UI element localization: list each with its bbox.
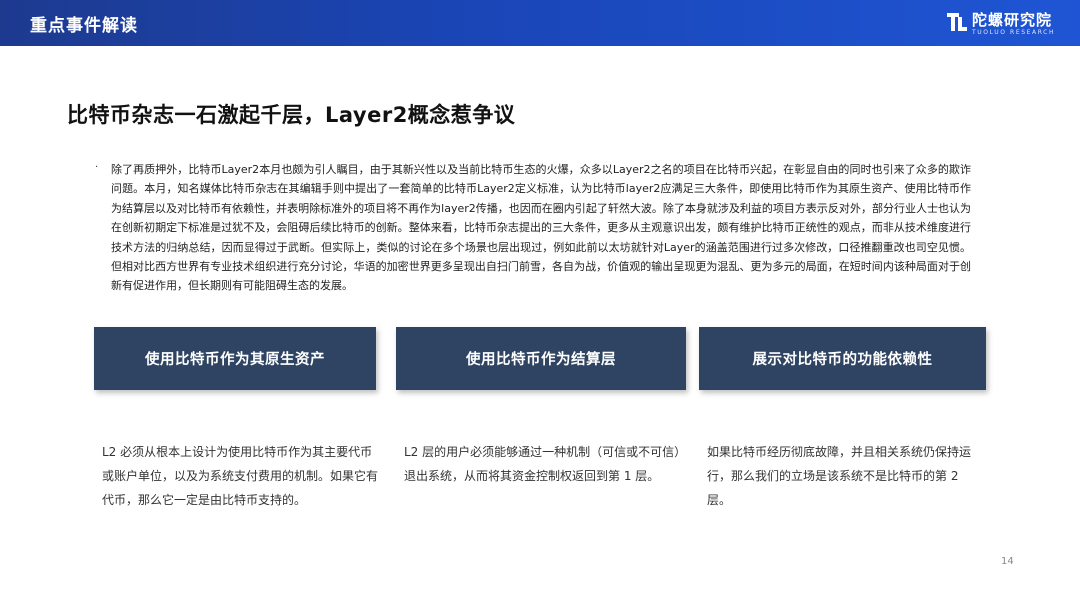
card-title: 使用比特币作为结算层 — [466, 352, 616, 368]
card-title: 展示对比特币的功能依赖性 — [752, 352, 933, 368]
card-body-settlement-layer: L2 层的用户必须能够通过一种机制（可信或不可信）退出系统，从而将其资金控制权返… — [404, 445, 681, 483]
top-banner: 重点事件解读 陀螺研究院 TUOLUO RESEARCH — [0, 0, 1080, 46]
body-paragraph: 除了再质押外，比特币Layer2本月也颇为引人瞩目，由于其新兴性以及当前比特币生… — [111, 163, 971, 293]
card-body-functional-dependency: 如果比特币经历彻底故障，并且相关系统仍保持运行，那么我们的立场是该系统不是比特币… — [707, 445, 972, 507]
section-title: 重点事件解读 — [30, 16, 138, 36]
card-body-native-asset: L2 必须从根本上设计为使用比特币作为其主要代币或账户单位，以及为系统支付费用的… — [102, 445, 379, 507]
card-header-settlement-layer: 使用比特币作为结算层 — [396, 327, 686, 390]
slide-headline: 比特币杂志一石激起千层，Layer2概念惹争议 — [67, 103, 516, 127]
logo-subtitle: TUOLUO RESEARCH — [972, 29, 1056, 36]
bullet-marker: · — [95, 162, 99, 173]
page-number: 14 — [1001, 556, 1014, 567]
card-title: 使用比特币作为其原生资产 — [145, 352, 325, 368]
card-header-native-asset: 使用比特币作为其原生资产 — [94, 327, 376, 390]
tl-logo-icon — [947, 13, 967, 31]
logo-text: 陀螺研究院 — [972, 11, 1053, 29]
tuoluo-logo: 陀螺研究院 TUOLUO RESEARCH — [946, 9, 1056, 39]
card-header-functional-dependency: 展示对比特币的功能依赖性 — [699, 327, 986, 390]
